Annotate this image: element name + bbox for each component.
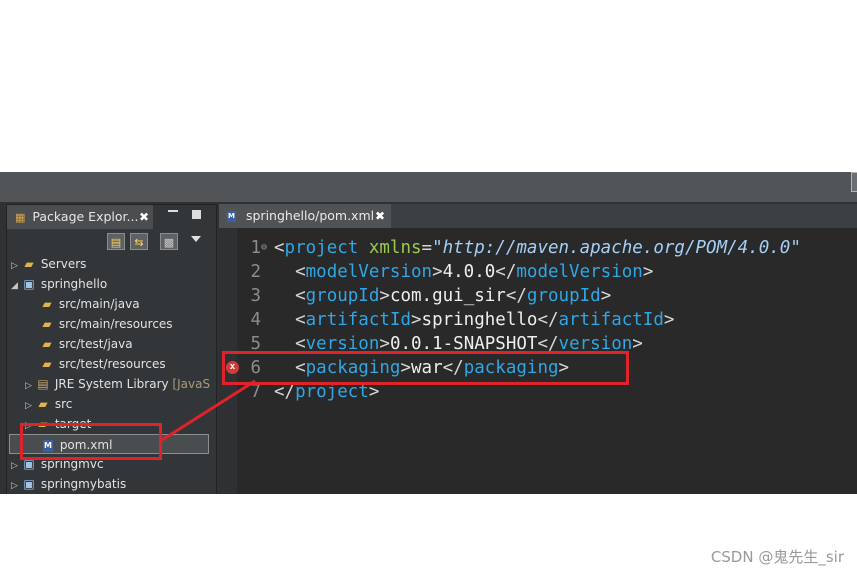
watermark: CSDN @鬼先生_sir: [710, 548, 844, 566]
annotation-arrow: [161, 379, 256, 442]
annotation-connector-line: [161, 379, 256, 442]
